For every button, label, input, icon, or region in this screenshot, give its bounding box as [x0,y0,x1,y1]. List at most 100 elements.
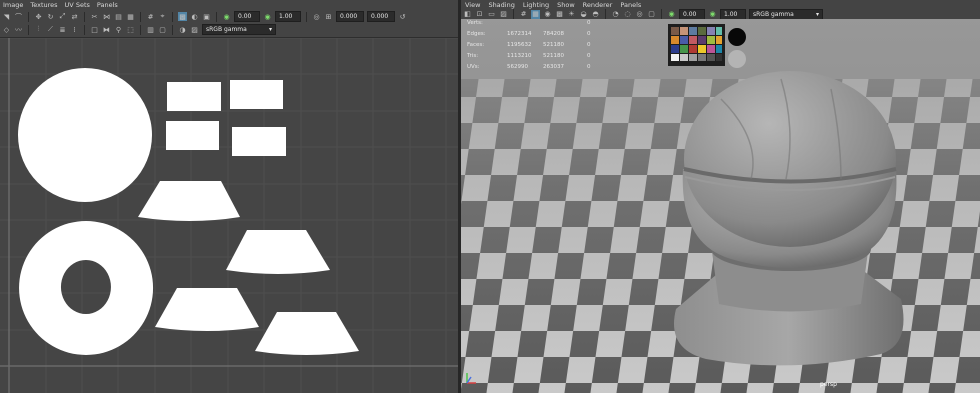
toolbar-divider [140,11,141,22]
uv-menu-uv-sets[interactable]: UV Sets [65,1,90,9]
shadows-icon[interactable]: ◒ [579,10,588,19]
vp-exposure-field[interactable]: 0.00 [679,8,705,20]
vp-colorspace-select[interactable]: sRGB gamma ▾ [749,8,823,20]
scale-icon[interactable]: ⤢ [58,12,67,21]
camera-icon[interactable]: ◧ [463,10,472,19]
uv-grid-canvas[interactable] [0,38,458,393]
lasso-icon[interactable]: ⌒ [14,12,23,21]
dim-icon[interactable]: ◑ [178,25,187,34]
toolbar-divider [140,24,141,35]
tweak-icon[interactable]: ◇ [2,25,11,34]
viewport-toolbar-row: ◧ ⊡ ▭ ▨ # ▦ ◉ ▩ ☀ ◒ ◓ ◔ ◌ ◎ ▢ ◉ 0.00 ◉ 1… [461,8,823,20]
hud-tris-value: 1113210 [507,53,532,59]
vp-gamma-icon[interactable]: ◉ [708,10,717,19]
smear-icon[interactable]: 〰 [14,25,23,34]
hud-uvs-tri-count: 263037 [543,64,564,70]
toolbar-divider [661,9,662,19]
image-icon[interactable]: ▨ [190,25,199,34]
vp-gamma-field[interactable]: 1.00 [720,8,746,20]
border-icon[interactable]: ▢ [158,25,167,34]
bookmark-icon[interactable]: ▭ [487,10,496,19]
sculpt-model [674,71,904,366]
exposure-field[interactable]: 0.00 [234,11,260,22]
uv-shell-rect-3 [166,121,219,150]
camera-name-label: persp [820,381,837,388]
vp-menu-renderer[interactable]: Renderer [583,1,613,9]
cut-icon[interactable]: ✂ [90,12,99,21]
toolbar-divider [28,11,29,22]
checker-icon[interactable]: ▩ [178,12,187,21]
uv-menu-panels[interactable]: Panels [97,1,118,9]
uv-menubar: Image Textures UV Sets Panels [0,0,458,9]
image-plane-icon[interactable]: ▨ [499,10,508,19]
shell-icon[interactable]: ⬚ [126,25,135,34]
toolbar-divider [306,11,307,22]
xray-joints-icon[interactable]: ◎ [635,10,644,19]
layout-icon[interactable]: ▦ [126,12,135,21]
toolbar-divider [216,11,217,22]
vp-menu-show[interactable]: Show [557,1,575,9]
symmetry-icon[interactable]: ⧓ [102,25,111,34]
uv-shell-rect-2 [230,80,283,109]
vp-menu-shading[interactable]: Shading [488,1,514,9]
lock-camera-icon[interactable]: ⊡ [475,10,484,19]
vp-menu-lighting[interactable]: Lighting [523,1,549,9]
grey-sphere [728,50,746,68]
hud-faces-label: Faces: [467,42,484,48]
snap-icon[interactable]: ⌖ [158,12,167,21]
hud-uvs-value: 562990 [507,64,528,70]
refresh-icon[interactable]: ↺ [398,12,407,21]
vp-colorspace-value: sRGB gamma [753,10,794,18]
hud-faces-tri: 0 [587,42,591,48]
pin-icon[interactable]: ⚲ [114,25,123,34]
sew-icon[interactable]: ⋈ [102,12,111,21]
uv-colorspace-select[interactable]: sRGB gamma ▾ [202,24,276,35]
lights-icon[interactable]: ☀ [567,10,576,19]
hud-edges-tri-count: 784208 [543,31,564,37]
distribute-icon[interactable]: ⁞ [70,25,79,34]
rotate-icon[interactable]: ↻ [46,12,55,21]
shade-icon[interactable]: ◐ [190,12,199,21]
distortion-icon[interactable]: ▥ [146,25,155,34]
xray-icon[interactable]: ◌ [623,10,632,19]
black-sphere [728,28,746,46]
smooth-shade-icon[interactable]: ◉ [543,10,552,19]
channel-icon[interactable]: ◎ [312,12,321,21]
textured-icon[interactable]: ▩ [555,10,564,19]
uv-menu-textures[interactable]: Textures [30,1,57,9]
vp-exposure-icon[interactable]: ◉ [667,10,676,19]
hud-tris-tri-count: 521180 [543,53,564,59]
wireframe-icon[interactable]: ▦ [531,9,540,19]
viewport-scene[interactable]: Verts: 0 Edges: 1672314 784208 0 Faces: … [461,19,980,393]
v-coord-field[interactable]: 0.000 [367,11,395,22]
isolate-icon[interactable]: ◔ [611,10,620,19]
stack-icon[interactable]: ≣ [58,25,67,34]
uv-toolbar-row-2: ◇ 〰 ⫶ ⟋ ≣ ⁞ □ ⧓ ⚲ ⬚ ▥ ▢ ◑ ▨ sRGB gamma ▾ [0,23,276,36]
move-icon[interactable]: ✥ [34,12,43,21]
gamma-icon[interactable]: ◉ [263,12,272,21]
u-coord-field[interactable]: 0.000 [336,11,364,22]
vp-menu-panels[interactable]: Panels [620,1,641,9]
viewport-panel: View Shading Lighting Show Renderer Pane… [461,0,980,393]
exposure-icon[interactable]: ◉ [222,12,231,21]
ao-icon[interactable]: ◓ [591,10,600,19]
straighten-icon[interactable]: ⟋ [46,25,55,34]
gamma-field[interactable]: 1.00 [275,11,301,22]
coord-icon[interactable]: ⊞ [324,12,333,21]
flip-icon[interactable]: ⇄ [70,12,79,21]
backface-icon[interactable]: ▢ [647,10,656,19]
hud-verts-tri: 0 [587,20,591,26]
hud-faces-tri-count: 521180 [543,42,564,48]
texture-icon[interactable]: ▣ [202,12,211,21]
select-icon[interactable]: ◥ [2,12,11,21]
normalize-icon[interactable]: □ [90,25,99,34]
uv-menu-image[interactable]: Image [3,1,23,9]
grid-icon[interactable]: # [146,12,155,21]
grid-toggle-icon[interactable]: # [519,10,528,19]
toolbar-divider [172,11,173,22]
toolbar-divider [172,24,173,35]
toolbar-divider [28,24,29,35]
align-icon[interactable]: ⫶ [34,25,43,34]
vp-menu-view[interactable]: View [465,1,480,9]
unfold-icon[interactable]: ▤ [114,12,123,21]
